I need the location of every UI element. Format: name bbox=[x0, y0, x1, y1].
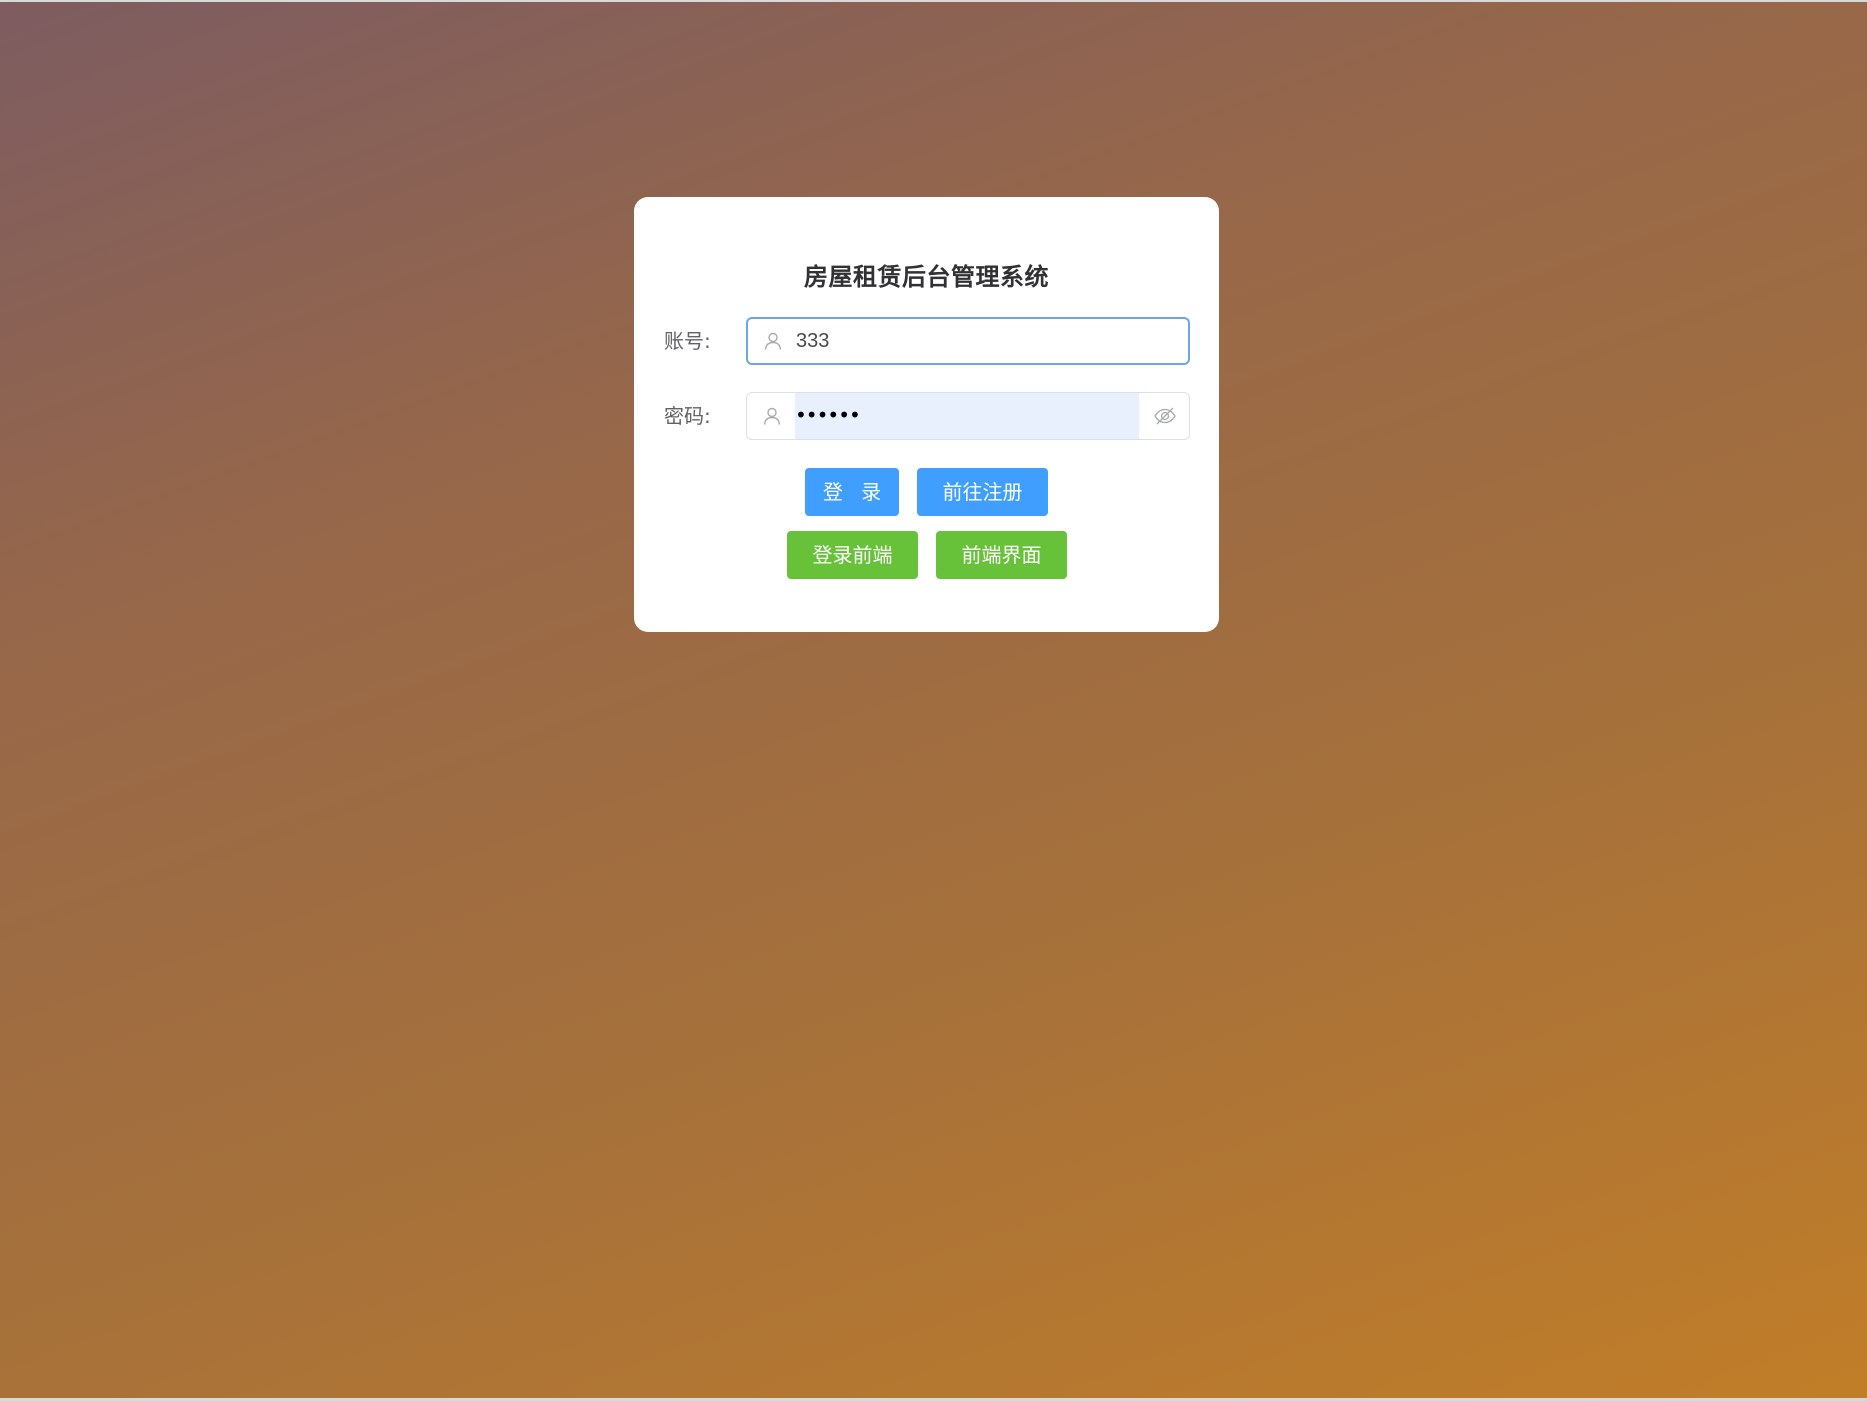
register-button[interactable]: 前往注册 bbox=[917, 468, 1048, 516]
page-title: 房屋租赁后台管理系统 bbox=[804, 263, 1049, 291]
user-icon bbox=[764, 332, 782, 350]
login-button[interactable]: 登 录 bbox=[805, 468, 899, 516]
top-border bbox=[0, 0, 1867, 2]
account-row: 账号: bbox=[664, 317, 1190, 365]
account-label: 账号: bbox=[664, 329, 711, 353]
account-field[interactable] bbox=[746, 317, 1190, 365]
front-page-button[interactable]: 前端界面 bbox=[936, 531, 1067, 579]
user-icon bbox=[763, 407, 781, 425]
eye-hidden-icon[interactable] bbox=[1153, 404, 1177, 428]
password-field[interactable]: •••••• bbox=[746, 392, 1190, 440]
password-input[interactable]: •••••• bbox=[795, 393, 861, 439]
login-card: 房屋租赁后台管理系统 账号: 密码: •••••• 登 录 bbox=[634, 197, 1219, 632]
password-label: 密码: bbox=[664, 404, 711, 428]
account-input[interactable] bbox=[796, 319, 1156, 363]
front-login-button[interactable]: 登录前端 bbox=[787, 531, 918, 579]
password-row: 密码: •••••• bbox=[664, 392, 1190, 440]
